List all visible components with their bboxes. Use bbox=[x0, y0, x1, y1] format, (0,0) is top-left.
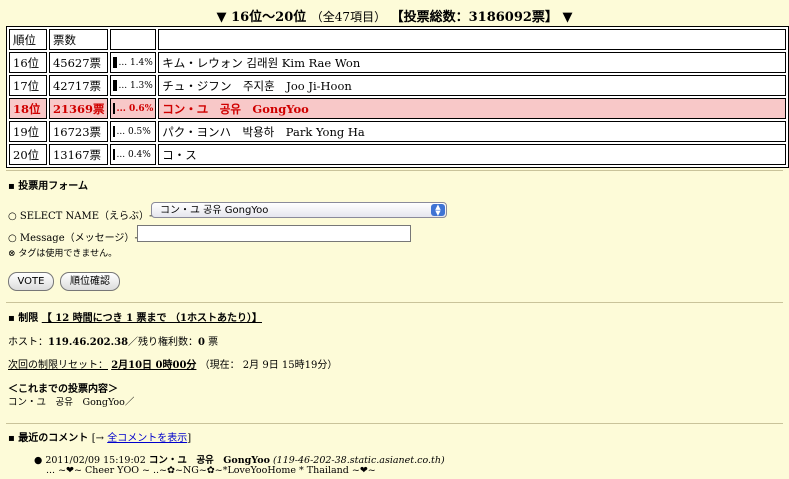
percent-cell: ... 1.4% bbox=[110, 52, 157, 73]
history-title: ＜これまでの投票内容＞ bbox=[8, 384, 118, 395]
history-value: コン・ユ 공유 GongYoo／ bbox=[8, 397, 135, 408]
remain-value: 0 bbox=[198, 337, 205, 348]
name-cell: キム・レウォン 김래원 Kim Rae Won bbox=[158, 52, 786, 73]
reset-value: 2月10日 0時00分 bbox=[111, 360, 197, 371]
percent-bar bbox=[113, 103, 116, 114]
message-label: ○ Message（メッセージ）→ bbox=[8, 233, 143, 244]
divider bbox=[6, 423, 783, 424]
name-cell: コン・ユ 공유 GongYoo bbox=[158, 98, 786, 119]
host-value: 119.46.202.38 bbox=[48, 337, 129, 348]
percent-text: 0.5% bbox=[127, 127, 151, 137]
name-cell: パク・ヨンハ 박용하 Park Yong Ha bbox=[158, 121, 786, 142]
tag-note: ⊗ タグは使用できません。 bbox=[8, 249, 118, 259]
name-select[interactable]: コン・ユ 공유 GongYoo ▲ ▼ bbox=[151, 202, 447, 218]
comment-text: ... ~❤~ Cheer YOO ~ ..~✿~NG~✿~*LoveYooHo… bbox=[46, 465, 376, 476]
percent-bar bbox=[113, 126, 116, 137]
rank-cell: 18位 bbox=[9, 98, 47, 119]
rank-cell: 16位 bbox=[9, 52, 47, 73]
all-comments-link[interactable]: 全コメントを表示 bbox=[107, 433, 187, 444]
vote-form-title: ▪ 投票用フォーム bbox=[8, 181, 88, 192]
percent-bar bbox=[113, 149, 116, 160]
divider bbox=[6, 302, 783, 303]
header-rank: 順位 bbox=[9, 29, 47, 50]
rank-cell: 19位 bbox=[9, 121, 47, 142]
select-name-label: ○ SELECT NAME（えらぶ）→ bbox=[8, 211, 158, 222]
message-input[interactable] bbox=[137, 225, 411, 242]
votes-cell: 42717票 bbox=[48, 75, 109, 96]
name-cell: コ・ス bbox=[158, 144, 786, 165]
percent-bar bbox=[113, 80, 118, 91]
comment-item: ● 2011/02/09 15:19:02 コン・ユ 공유 GongYoo (1… bbox=[34, 452, 445, 466]
percent-text: 1.4% bbox=[129, 58, 153, 68]
percent-cell: ... 1.3% bbox=[110, 75, 157, 96]
divider bbox=[6, 170, 783, 171]
name-select-value: コン・ユ 공유 GongYoo bbox=[160, 205, 269, 216]
percent-text: 0.4% bbox=[127, 150, 151, 160]
range-title: ▼ 16位〜20位 bbox=[216, 10, 307, 25]
page-header: ▼ 16位〜20位 （全47項目） 【投票総数：3186092票】 ▼ bbox=[0, 6, 789, 25]
select-arrows-icon: ▲ ▼ bbox=[431, 204, 445, 217]
vote-total: 【投票総数：3186092票】 ▼ bbox=[390, 10, 573, 25]
percent-bar bbox=[113, 57, 118, 68]
table-row: 19位 16723票 ... 0.5% パク・ヨンハ 박용하 Park Yong… bbox=[9, 121, 786, 142]
vote-button[interactable]: VOTE bbox=[8, 272, 54, 291]
table-row-highlighted: 18位 21369票 ... 0.6% コン・ユ 공유 GongYoo bbox=[9, 98, 786, 119]
name-cell: チュ・ジフン 주지훈 Joo Ji-Hoon bbox=[158, 75, 786, 96]
votes-cell: 45627票 bbox=[48, 52, 109, 73]
ranking-table: 順位 票数 16位 45627票 ... 1.4% キム・レウォン 김래원 Ki… bbox=[6, 26, 789, 168]
rank-cell: 20位 bbox=[9, 144, 47, 165]
percent-cell: ... 0.5% bbox=[110, 121, 157, 142]
rank-cell: 17位 bbox=[9, 75, 47, 96]
table-row: 16位 45627票 ... 1.4% キム・レウォン 김래원 Kim Rae … bbox=[9, 52, 786, 73]
host-info: ホスト：119.46.202.38／残り権利数：0 票 bbox=[8, 337, 219, 348]
votes-cell: 16723票 bbox=[48, 121, 109, 142]
header-bar bbox=[110, 29, 157, 50]
comments-title: ▪ 最近のコメント [→ 全コメントを表示] bbox=[8, 433, 192, 444]
votes-cell: 21369票 bbox=[48, 98, 109, 119]
percent-text: 1.3% bbox=[129, 81, 153, 91]
current-time: （現在： 2月 9日 15時19分） bbox=[199, 360, 338, 371]
rank-confirm-button[interactable]: 順位確認 bbox=[60, 272, 120, 291]
percent-text: 0.6% bbox=[129, 104, 154, 114]
table-header-row: 順位 票数 bbox=[9, 29, 786, 50]
limit-section: ▪ 制限 【 12 時間につき 1 票まで （1ホストあたり）】 bbox=[8, 313, 262, 324]
total-items: （全47項目） bbox=[310, 10, 387, 24]
header-name bbox=[158, 29, 786, 50]
table-row: 17位 42717票 ... 1.3% チュ・ジフン 주지훈 Joo Ji-Ho… bbox=[9, 75, 786, 96]
reset-info: 次回の制限リセット： 2月10日 0時00分 （現在： 2月 9日 15時19分… bbox=[8, 360, 338, 371]
votes-cell: 13167票 bbox=[48, 144, 109, 165]
header-votes: 票数 bbox=[48, 29, 109, 50]
percent-cell: ... 0.6% bbox=[110, 98, 157, 119]
table-row: 20位 13167票 ... 0.4% コ・ス bbox=[9, 144, 786, 165]
limit-rule: 【 12 時間につき 1 票まで （1ホストあたり）】 bbox=[41, 313, 262, 324]
percent-cell: ... 0.4% bbox=[110, 144, 157, 165]
bullet-icon: ● bbox=[34, 455, 43, 466]
